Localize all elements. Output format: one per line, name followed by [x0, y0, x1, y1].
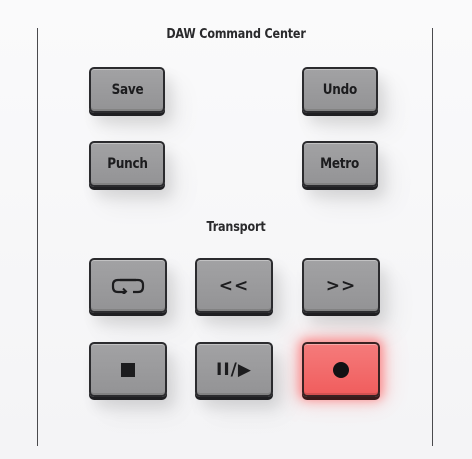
metronome-button[interactable]: Metro [302, 141, 378, 187]
loop-icon [111, 278, 145, 294]
undo-button[interactable]: Undo [302, 67, 378, 113]
fast-forward-button-label: >> [325, 275, 357, 296]
left-divider [37, 28, 38, 446]
undo-button-label: Undo [322, 82, 358, 98]
rewind-button-label: << [218, 275, 250, 296]
punch-button[interactable]: Punch [89, 141, 165, 187]
transport-section-title: Transport [206, 220, 266, 235]
panel-title: DAW Command Center [166, 27, 306, 42]
fast-forward-button[interactable]: >> [302, 258, 380, 313]
command-panel: DAW Command Center Save Undo Punch Metro… [0, 0, 472, 459]
stop-button[interactable] [89, 342, 167, 397]
record-icon [333, 361, 349, 378]
right-divider [432, 28, 433, 446]
punch-button-label: Punch [106, 156, 148, 172]
play-pause-button-label: II/▶ [216, 359, 252, 380]
save-button-label: Save [111, 82, 143, 98]
stop-icon [121, 362, 135, 377]
record-button[interactable] [302, 342, 380, 397]
metronome-button-label: Metro [320, 156, 360, 172]
loop-button[interactable] [89, 258, 167, 313]
save-button[interactable]: Save [89, 67, 165, 113]
play-pause-button[interactable]: II/▶ [195, 342, 273, 397]
rewind-button[interactable]: << [195, 258, 273, 313]
